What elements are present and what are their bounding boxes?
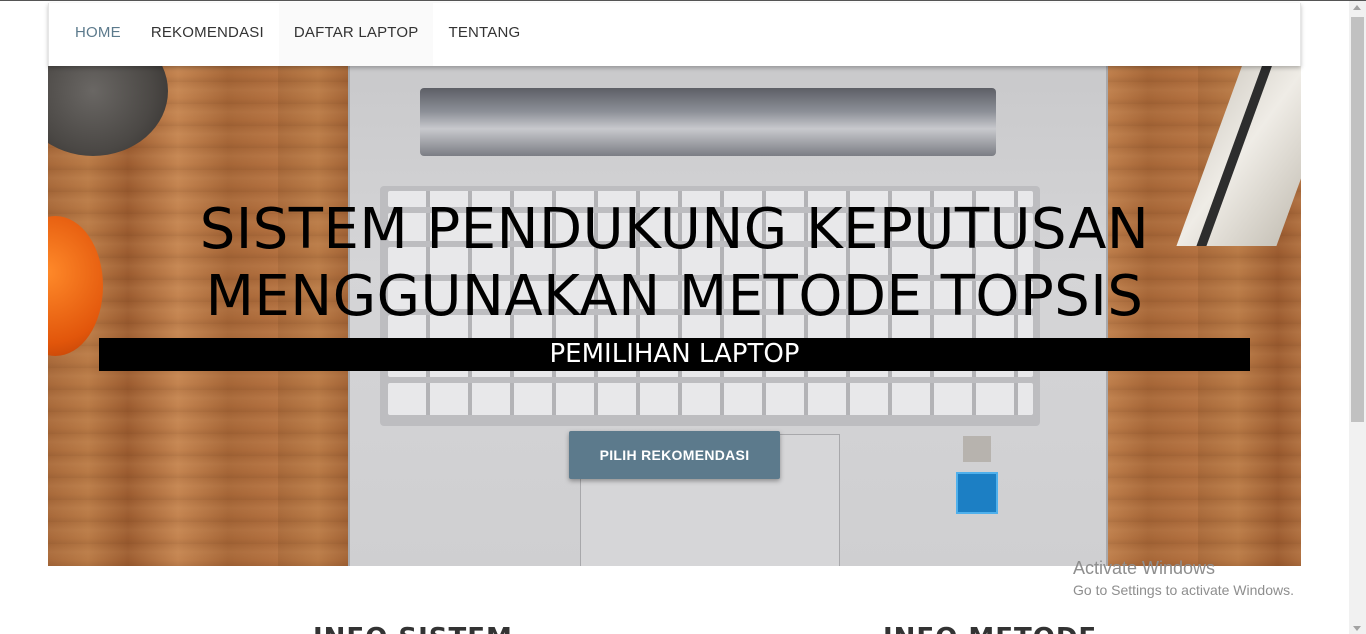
keyboard-row bbox=[388, 383, 1033, 415]
hero-subtitle: PEMILIHAN LAPTOP bbox=[99, 338, 1250, 371]
hero-title-line2: MENGGUNAKAN METODE TOPSIS bbox=[205, 264, 1144, 329]
intel-core-sticker-icon bbox=[956, 472, 998, 514]
nav-item-rekomendasi[interactable]: REKOMENDASI bbox=[136, 3, 279, 66]
hero-laptop-hinge bbox=[420, 88, 996, 156]
scroll-up-arrow-icon[interactable] bbox=[1353, 5, 1361, 10]
hero-title: SISTEM PENDUKUNG KEPUTUSAN MENGGUNAKAN M… bbox=[48, 196, 1301, 330]
hero-banner: SISTEM PENDUKUNG KEPUTUSAN MENGGUNAKAN M… bbox=[48, 66, 1301, 566]
hero-laptop-sticker bbox=[963, 436, 991, 462]
scroll-down-arrow-icon[interactable] bbox=[1353, 626, 1361, 631]
scrollbar-thumb[interactable] bbox=[1351, 17, 1364, 422]
windows-activation-watermark: Activate Windows Go to Settings to activ… bbox=[1073, 557, 1294, 601]
watermark-subtitle: Go to Settings to activate Windows. bbox=[1073, 582, 1294, 598]
nav-item-tentang[interactable]: TENTANG bbox=[433, 3, 535, 66]
watermark-title: Activate Windows bbox=[1073, 558, 1216, 578]
info-sistem-heading: INFO SISTEM bbox=[313, 623, 513, 634]
vertical-scrollbar[interactable] bbox=[1349, 1, 1366, 634]
nav-item-home[interactable]: HOME bbox=[60, 3, 136, 66]
pilih-rekomendasi-button[interactable]: PILIH REKOMENDASI bbox=[569, 431, 780, 479]
page: HOME REKOMENDASI DAFTAR LAPTOP TENTANG S… bbox=[0, 0, 1366, 634]
info-metode-heading: INFO METODE bbox=[883, 623, 1097, 634]
hero-title-line1: SISTEM PENDUKUNG KEPUTUSAN bbox=[199, 197, 1150, 262]
nav-item-daftar-laptop[interactable]: DAFTAR LAPTOP bbox=[278, 3, 434, 66]
nav-list: HOME REKOMENDASI DAFTAR LAPTOP TENTANG bbox=[49, 3, 1300, 66]
navbar: HOME REKOMENDASI DAFTAR LAPTOP TENTANG bbox=[48, 3, 1301, 66]
